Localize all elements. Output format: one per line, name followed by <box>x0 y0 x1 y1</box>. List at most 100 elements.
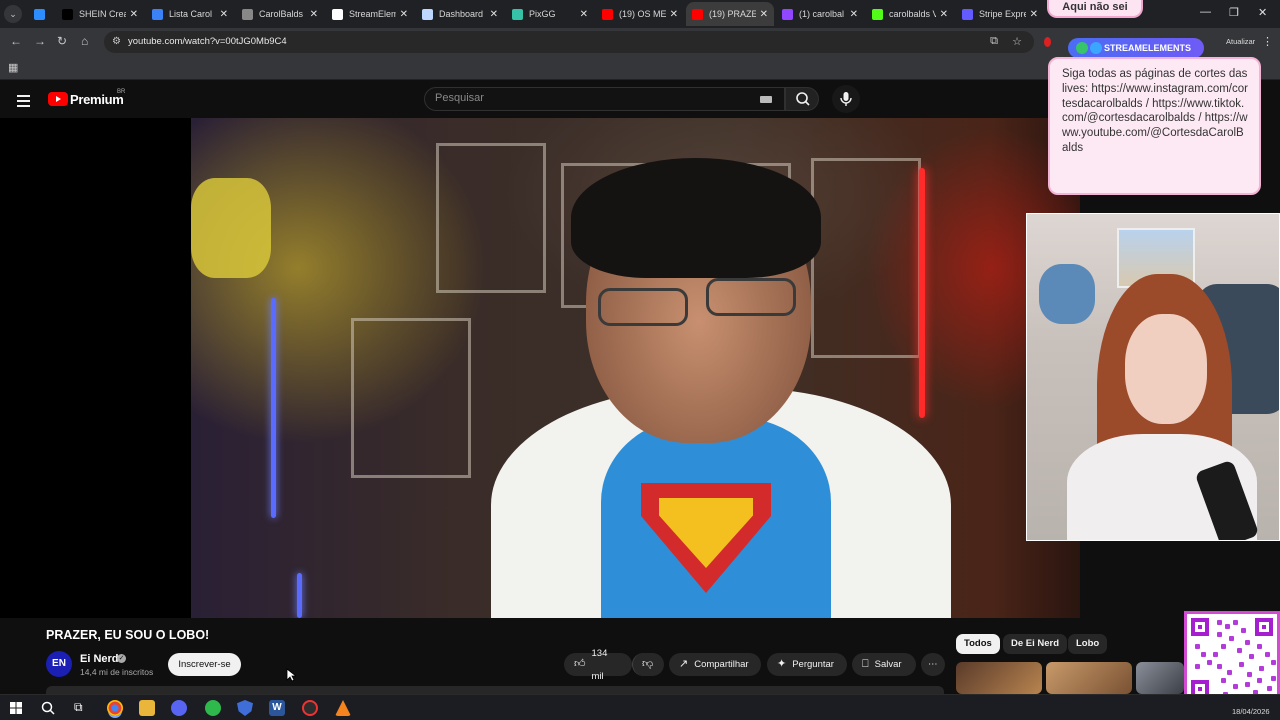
guide-menu-icon[interactable] <box>17 92 30 110</box>
qr-module <box>1265 652 1270 657</box>
browser-tab[interactable]: carolbalds V ✕ <box>866 2 954 26</box>
browser-menu-icon[interactable]: ⋮ <box>1262 35 1273 48</box>
windows-start-icon[interactable] <box>10 702 22 714</box>
extension-icon[interactable] <box>1044 37 1051 47</box>
task-view-icon[interactable]: ⧉ <box>74 700 83 715</box>
video-frame[interactable] <box>191 118 1080 618</box>
thumbs-up-icon: 👍︎ <box>574 658 586 670</box>
apps-grid-icon[interactable]: ▦ <box>8 61 18 74</box>
qr-module <box>1217 664 1222 669</box>
browser-tab[interactable]: StreamElem ✕ <box>326 2 414 26</box>
search-icon <box>796 92 810 106</box>
channel-name[interactable]: Ei Nerd <box>80 653 119 665</box>
browser-tab[interactable]: (1) carolbal ✕ <box>776 2 864 26</box>
verified-icon: ✓ <box>117 654 126 663</box>
forward-icon[interactable]: → <box>34 34 46 48</box>
close-tab-icon[interactable]: ✕ <box>310 9 318 20</box>
save-button[interactable]: ⎕ Salvar <box>852 653 916 676</box>
blue-led <box>271 298 276 518</box>
browser-tab-label: PixGG <box>529 9 556 19</box>
streamer-webcam <box>1026 213 1280 541</box>
qr-module <box>1195 664 1200 669</box>
browser-tab-label: Dashboard <box>439 9 484 19</box>
related-video-thumbnail[interactable] <box>1136 662 1184 694</box>
share-button[interactable]: ↗ Compartilhar <box>669 653 761 676</box>
url-text[interactable]: youtube.com/watch?v=00tJG0Mb9C4 <box>128 36 287 47</box>
youtube-premium-brand[interactable]: Premium <box>70 92 124 107</box>
close-tab-icon[interactable]: ✕ <box>670 9 678 20</box>
browser-tab[interactable]: PixGG ✕ <box>506 2 594 26</box>
related-video-thumbnail[interactable] <box>956 662 1042 694</box>
xbox-icon[interactable] <box>205 700 221 716</box>
related-video-thumbnail[interactable] <box>1046 662 1132 694</box>
youtube-logo-icon[interactable] <box>48 92 68 106</box>
minimize-icon[interactable]: — <box>1200 6 1211 18</box>
close-tab-icon[interactable]: ✕ <box>220 9 228 20</box>
video-player[interactable] <box>0 118 1080 618</box>
presenter-hair <box>571 158 821 278</box>
close-tab-icon[interactable]: ✕ <box>760 9 768 20</box>
discord-icon[interactable] <box>171 700 187 716</box>
more-icon: ⋯ <box>928 659 938 670</box>
sparkle-icon: ✦ <box>777 658 787 670</box>
ask-button[interactable]: ✦ Perguntar <box>767 653 847 676</box>
description-panel[interactable] <box>46 686 944 694</box>
close-tab-icon[interactable]: ✕ <box>850 9 858 20</box>
qr-module <box>1271 660 1276 665</box>
close-tab-icon[interactable]: ✕ <box>400 9 408 20</box>
obs-icon[interactable] <box>302 700 318 716</box>
dislike-button[interactable]: 👎︎ <box>632 653 664 676</box>
browser-tab[interactable]: Dashboard ✕ <box>416 2 504 26</box>
home-icon[interactable]: ⌂ <box>81 34 88 48</box>
browser-tab[interactable]: Lista Carol ✕ <box>146 2 234 26</box>
browser-tab[interactable]: SHEIN Crea ✕ <box>56 2 144 26</box>
chip-lobo[interactable]: Lobo <box>1068 634 1108 654</box>
qr-module <box>1259 666 1264 671</box>
reload-icon[interactable]: ↻ <box>57 34 67 48</box>
browser-tab[interactable]: (19) PRAZE ✕ <box>686 2 774 26</box>
video-title: PRAZER, EU SOU O LOBO! <box>46 628 210 642</box>
taskbar-date: 18/04/2026 <box>1232 707 1270 716</box>
search-button[interactable] <box>785 87 819 111</box>
close-tab-icon[interactable]: ✕ <box>1030 9 1038 20</box>
search-icon[interactable] <box>41 701 55 715</box>
browser-tab[interactable]: CarolBalds ✕ <box>236 2 324 26</box>
bookmark-star-icon[interactable]: ☆ <box>1012 35 1022 48</box>
chrome-icon[interactable] <box>107 700 123 716</box>
close-window-icon[interactable]: ✕ <box>1258 6 1267 19</box>
update-button[interactable]: Atualizar <box>1226 37 1255 46</box>
close-tab-icon[interactable]: ✕ <box>940 9 948 20</box>
qr-finder <box>1191 618 1209 636</box>
install-app-icon[interactable]: ⧉ <box>990 35 998 48</box>
thumbs-down-icon: 👎︎ <box>642 658 654 670</box>
search-input[interactable] <box>435 92 755 104</box>
chip-todos[interactable]: Todos <box>956 634 1000 654</box>
tab-search-button[interactable]: ⌄ <box>4 5 22 23</box>
browser-tab[interactable]: (19) OS ME ✕ <box>596 2 684 26</box>
browser-tab[interactable] <box>28 2 54 26</box>
security-shield-icon[interactable] <box>237 700 253 716</box>
file-explorer-icon[interactable] <box>139 700 155 716</box>
subscriber-count: 14,4 mi de inscritos <box>80 667 154 677</box>
channel-avatar[interactable]: EN <box>46 651 72 677</box>
close-tab-icon[interactable]: ✕ <box>490 9 498 20</box>
voice-search-button[interactable] <box>832 85 860 113</box>
close-tab-icon[interactable]: ✕ <box>130 9 138 20</box>
chip-de-ei-nerd[interactable]: De Ei Nerd <box>1003 634 1068 654</box>
close-tab-icon[interactable]: ✕ <box>580 9 588 20</box>
streamer-face <box>1125 314 1207 424</box>
search-box[interactable] <box>424 87 785 111</box>
more-actions-button[interactable]: ⋯ <box>921 653 945 676</box>
qr-module <box>1201 652 1206 657</box>
qr-module <box>1267 686 1272 691</box>
keyboard-icon[interactable] <box>760 96 772 103</box>
back-icon[interactable]: ← <box>10 34 22 48</box>
like-button[interactable]: 👍︎ 134 mil <box>564 648 632 682</box>
word-icon[interactable]: W <box>269 700 285 716</box>
maximize-icon[interactable]: ❐ <box>1229 6 1239 19</box>
subscribe-button[interactable]: Inscrever-se <box>168 653 241 676</box>
browser-tab[interactable]: Stripe Expre ✕ <box>956 2 1044 26</box>
vlc-icon[interactable] <box>335 700 351 716</box>
site-info-icon[interactable]: ⚙ <box>112 36 121 47</box>
address-bar[interactable]: ⚙ youtube.com/watch?v=00tJG0Mb9C4 ⧉ ☆ <box>104 31 1034 53</box>
